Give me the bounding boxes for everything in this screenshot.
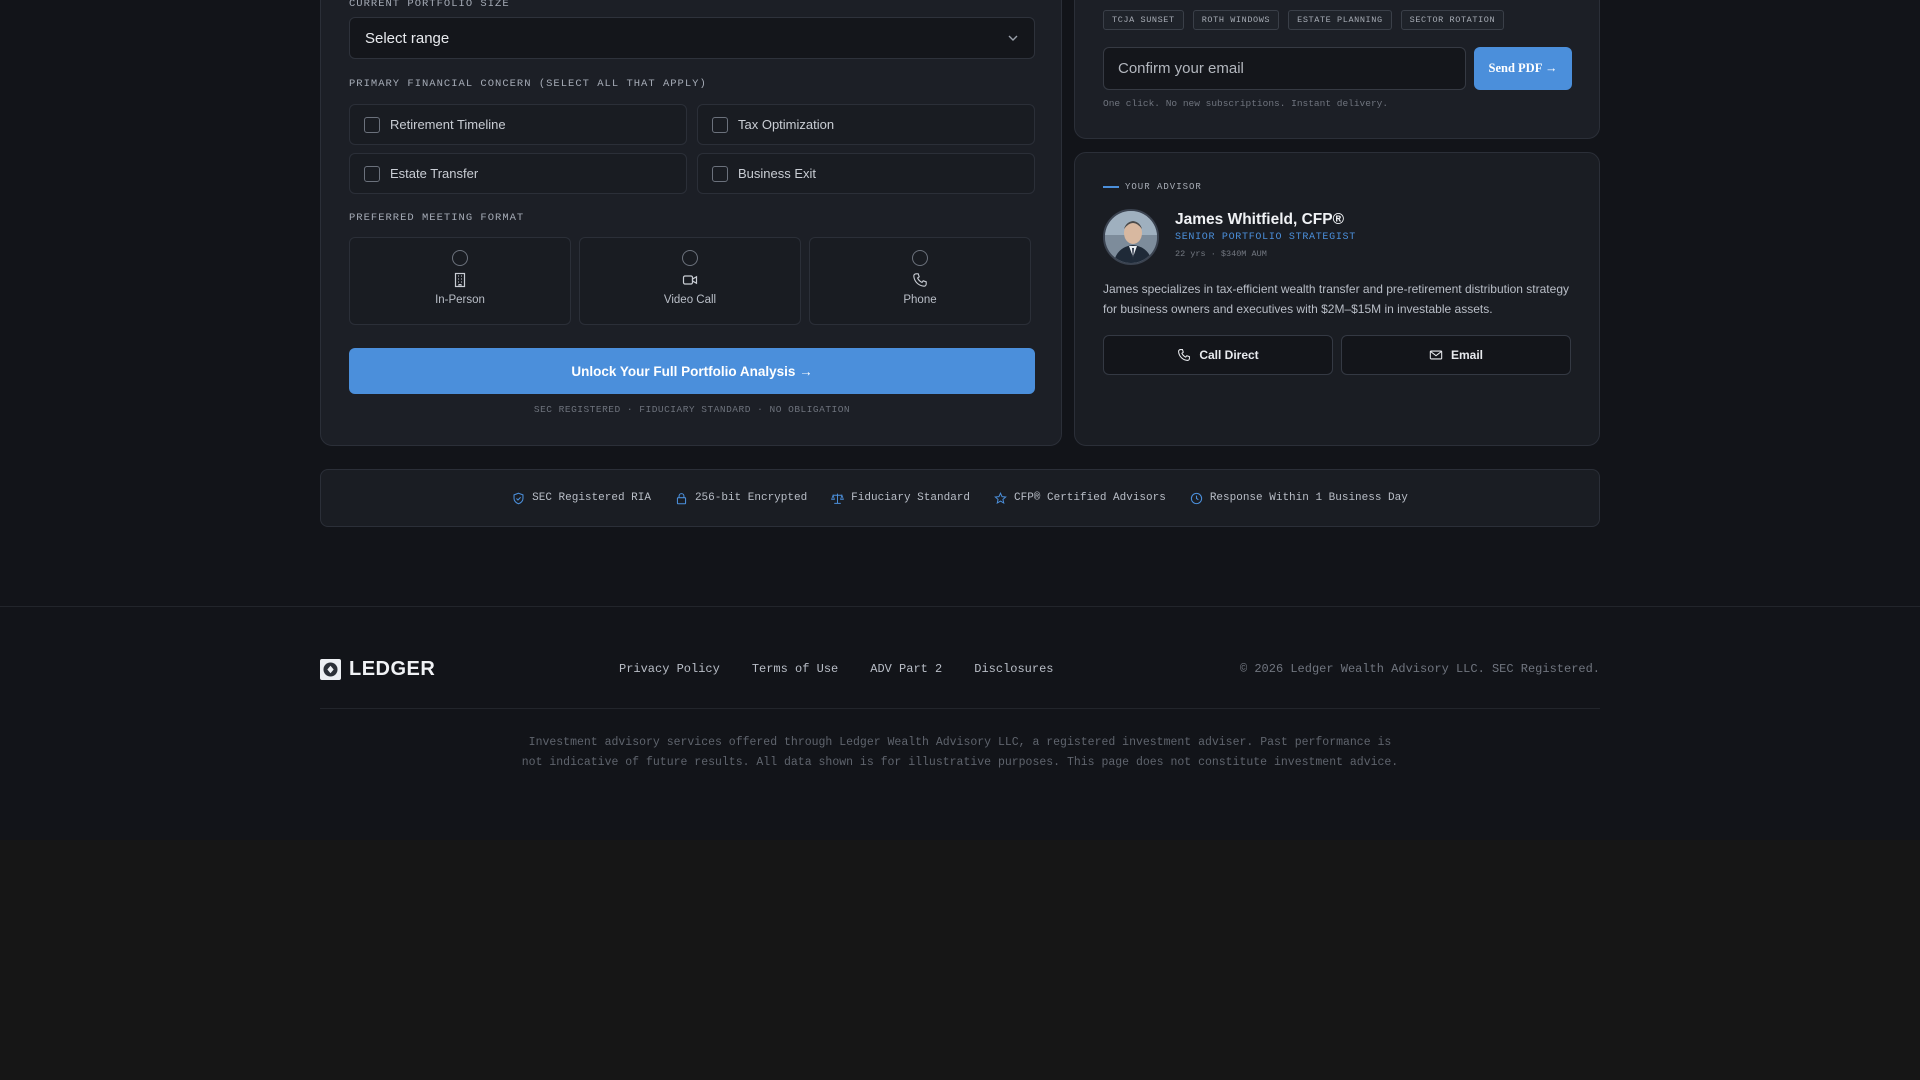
privacy-policy-link[interactable]: Privacy Policy <box>619 662 720 676</box>
format-option-label: In-Person <box>435 294 485 306</box>
confirm-email-input[interactable] <box>1103 47 1466 90</box>
checkbox[interactable] <box>364 116 380 133</box>
advisor-name: James Whitfield, CFP® <box>1175 211 1345 228</box>
trust-item-label: SEC Registered RIA <box>532 492 651 504</box>
email-advisor-button[interactable]: Email <box>1341 335 1571 375</box>
trust-item: SEC Registered RIA <box>512 492 651 505</box>
accent-line <box>1103 186 1119 188</box>
lock-icon <box>676 492 687 504</box>
legal-disclaimer: Investment advisory services offered thr… <box>521 736 1399 769</box>
format-option-phone[interactable]: Phone <box>809 237 1031 325</box>
checkbox[interactable] <box>364 165 380 182</box>
scale-icon <box>831 493 845 504</box>
phone-icon <box>1178 349 1191 361</box>
unlock-analysis-button[interactable]: Unlock Your Full Portfolio Analysis → <box>349 348 1035 394</box>
ledger-logo-icon <box>320 659 341 680</box>
email-advisor-label: Email <box>1450 348 1483 362</box>
trust-item-label: Response Within 1 Business Day <box>1209 492 1408 504</box>
copyright-text: © 2026 Ledger Wealth Advisory LLC. SEC R… <box>1239 662 1600 676</box>
shield-icon <box>513 492 524 504</box>
topic-tag: ROTH WINDOWS <box>1192 10 1280 30</box>
topic-tag: SECTOR ROTATION <box>1400 10 1505 30</box>
advisor-meta: 22 yrs · $340M AUM <box>1175 249 1267 259</box>
format-option-label: Phone <box>903 294 937 306</box>
pdf-delivery-note: One click. No new subscriptions. Instant… <box>1103 98 1389 109</box>
radio-button[interactable] <box>912 250 928 266</box>
phone-icon <box>913 273 927 287</box>
advisor-caption: YOUR ADVISOR <box>1103 182 1202 192</box>
advisor-caption-text: YOUR ADVISOR <box>1125 182 1202 192</box>
trust-item: 256-bit Encrypted <box>675 492 807 505</box>
advisor-card: YOUR ADVISOR James Whitfield, CFP® SENIO… <box>1074 152 1600 446</box>
chevron-down-icon <box>1008 35 1018 41</box>
advisor-title: SENIOR PORTFOLIO STRATEGIST <box>1175 232 1356 243</box>
concern-option-label: Estate Transfer <box>390 166 479 181</box>
building-icon <box>454 272 466 288</box>
advisor-avatar <box>1103 209 1159 265</box>
footer-inner-divider <box>320 708 1600 709</box>
concern-option-label: Business Exit <box>738 166 817 181</box>
trust-item-label: Fiduciary Standard <box>851 492 970 504</box>
portfolio-size-select[interactable]: Select range <box>349 17 1035 59</box>
concern-label: PRIMARY FINANCIAL CONCERN (SELECT ALL TH… <box>349 78 707 90</box>
footer-divider <box>0 606 1920 607</box>
portfolio-size-value: Select range <box>365 29 450 47</box>
trust-item: Fiduciary Standard <box>831 492 970 505</box>
footer-links: Privacy Policy Terms of Use ADV Part 2 D… <box>619 662 1053 676</box>
video-icon <box>682 275 698 285</box>
send-pdf-button[interactable]: Send PDF → <box>1474 47 1572 90</box>
checkbox[interactable] <box>712 165 728 182</box>
concern-option-tax[interactable]: Tax Optimization <box>697 104 1035 145</box>
format-option-label: Video Call <box>663 294 717 306</box>
footer-brand[interactable]: LEDGER <box>320 658 435 681</box>
meeting-format-label: PREFERRED MEETING FORMAT <box>349 212 525 224</box>
pdf-request-card: TCJA SUNSET ROTH WINDOWS ESTATE PLANNING… <box>1074 0 1600 139</box>
format-option-in-person[interactable]: In-Person <box>349 237 571 325</box>
topic-tag: ESTATE PLANNING <box>1288 10 1392 30</box>
terms-of-use-link[interactable]: Terms of Use <box>752 662 838 676</box>
concern-option-retirement[interactable]: Retirement Timeline <box>349 104 687 145</box>
adv-part-2-link[interactable]: ADV Part 2 <box>870 662 942 676</box>
concern-option-estate[interactable]: Estate Transfer <box>349 153 687 194</box>
concern-option-business-exit[interactable]: Business Exit <box>697 153 1035 194</box>
mail-icon <box>1429 350 1443 360</box>
trust-item: CFP® Certified Advisors <box>994 491 1166 505</box>
call-direct-label: Call Direct <box>1199 348 1259 362</box>
disclosures-link[interactable]: Disclosures <box>974 662 1053 676</box>
consultation-form: CURRENT PORTFOLIO SIZE Select range PRIM… <box>320 0 1062 446</box>
advisor-bio: James specializes in tax-efficient wealt… <box>1103 282 1569 316</box>
advisor-portrait-icon <box>1105 211 1157 263</box>
portfolio-size-label: CURRENT PORTFOLIO SIZE <box>349 0 510 10</box>
brand-name: LEDGER <box>349 658 436 680</box>
trust-bar: SEC Registered RIA 256-bit Encrypted Fid… <box>320 469 1600 527</box>
trust-item-label: 256-bit Encrypted <box>694 492 808 504</box>
checkbox[interactable] <box>712 116 728 133</box>
topic-tag: TCJA SUNSET <box>1103 10 1184 30</box>
concern-option-label: Tax Optimization <box>738 117 835 132</box>
radio-button[interactable] <box>452 250 468 266</box>
call-direct-button[interactable]: Call Direct <box>1103 335 1333 375</box>
radio-button[interactable] <box>682 250 698 266</box>
trust-item-label: CFP® Certified Advisors <box>1014 492 1166 504</box>
clock-icon <box>1190 492 1202 504</box>
cta-compliance-note: SEC REGISTERED · FIDUCIARY STANDARD · NO… <box>533 404 851 415</box>
format-option-video[interactable]: Video Call <box>579 237 801 325</box>
trust-item: Response Within 1 Business Day <box>1190 492 1408 505</box>
star-icon <box>994 491 1007 504</box>
topic-tags: TCJA SUNSET ROTH WINDOWS ESTATE PLANNING… <box>1103 10 1505 30</box>
concern-option-label: Retirement Timeline <box>390 117 506 132</box>
